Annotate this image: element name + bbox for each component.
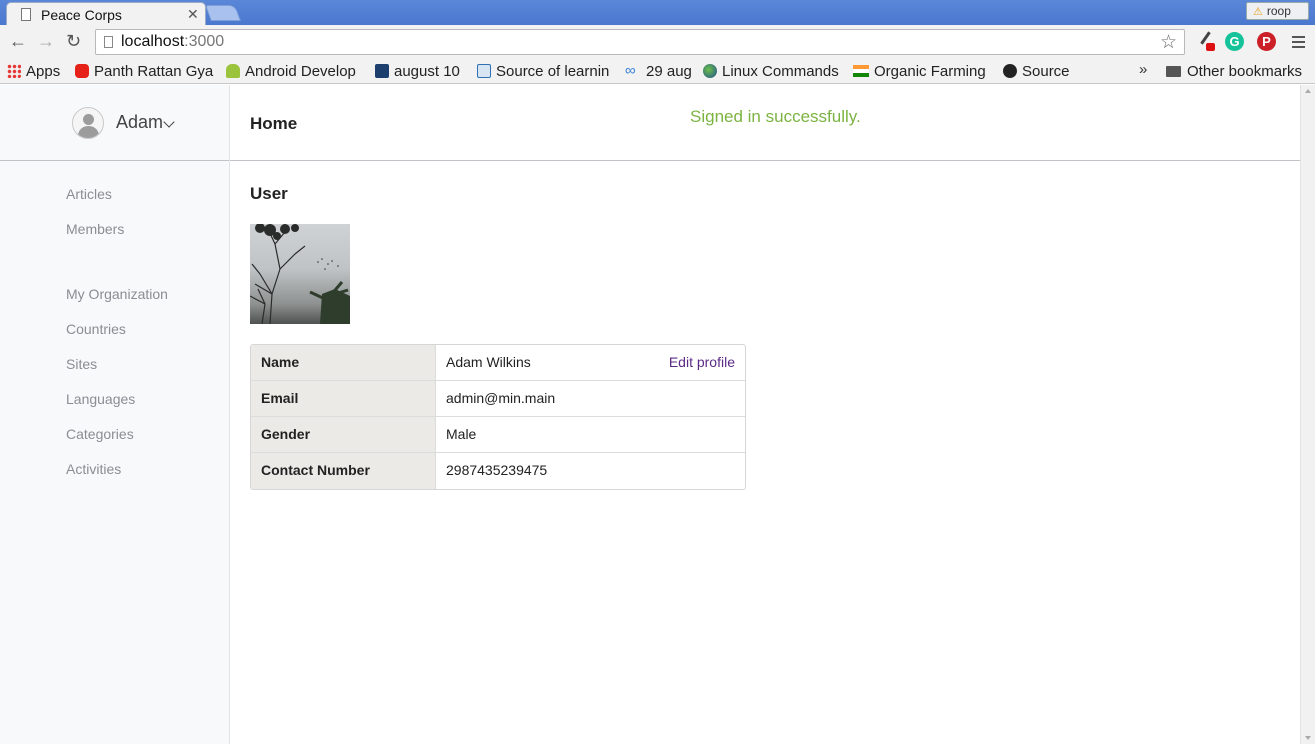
sidebar-item-languages[interactable]: Languages: [66, 391, 135, 407]
url-port: :3000: [184, 33, 225, 50]
reload-icon[interactable]: ↻: [66, 31, 81, 52]
name-value: Adam Wilkins: [446, 354, 531, 370]
bookmarks-bar: Apps Panth Rattan Gya Android Develop au…: [0, 59, 1315, 84]
bookmark-apps[interactable]: Apps: [7, 61, 60, 81]
avatar-body: [78, 126, 99, 138]
bookmark-item[interactable]: ∞ 29 aug: [625, 61, 695, 81]
row-value: Male: [446, 426, 477, 442]
row-label: Contact Number: [251, 453, 436, 489]
avatar: [72, 107, 104, 139]
bookmark-label: Other bookmarks: [1187, 62, 1303, 80]
sidebar-item-articles[interactable]: Articles: [66, 186, 112, 202]
github-icon: [1003, 64, 1017, 78]
browser-toolbar: ← → ↻ localhost:3000 ☆ G P: [0, 25, 1315, 59]
infinity-icon: ∞: [625, 62, 636, 79]
eyedropper-extension-icon[interactable]: [1196, 32, 1215, 51]
tab-title: Peace Corps: [41, 7, 122, 23]
close-icon[interactable]: ✕: [187, 6, 199, 23]
page-icon: [104, 36, 113, 48]
bookmarks-overflow-button[interactable]: »: [1139, 61, 1147, 78]
back-arrow-icon[interactable]: ←: [9, 31, 27, 52]
row-value: admin@min.main: [446, 390, 556, 406]
row-value: Adam Wilkins Edit profile: [436, 345, 745, 380]
bookmark-label: Organic Farming: [874, 62, 986, 80]
profile-name: roop: [1266, 4, 1291, 18]
sidebar-item-activities[interactable]: Activities: [66, 461, 121, 477]
bookmark-label: Apps: [26, 62, 61, 80]
section-title: User: [250, 184, 288, 203]
url-text[interactable]: localhost:3000: [121, 33, 224, 51]
other-bookmarks-folder[interactable]: Other bookmarks: [1166, 61, 1302, 81]
row-label: Gender: [251, 417, 436, 452]
table-row: Email admin@min.main: [251, 381, 745, 417]
table-row: Name Adam Wilkins Edit profile: [251, 345, 745, 381]
android-icon: [226, 64, 240, 78]
address-bar[interactable]: localhost:3000 ☆: [95, 29, 1185, 55]
browser-tab-active[interactable]: Peace Corps ✕: [6, 2, 206, 26]
page-title: Home: [250, 114, 298, 133]
table-row: Gender Male: [251, 417, 745, 453]
browser-menu-icon[interactable]: [1292, 36, 1305, 48]
sidebar: Adam Articles Members My Organization Co…: [0, 85, 230, 744]
bookmark-label: Linux Commands: [722, 62, 839, 80]
profile-button[interactable]: ⚠ roop: [1246, 2, 1309, 20]
folder-icon: [1166, 65, 1181, 77]
pinterest-extension-icon[interactable]: P: [1257, 32, 1276, 51]
row-label: Name: [251, 345, 436, 380]
sidebar-item-sites[interactable]: Sites: [66, 356, 97, 372]
row-label: Email: [251, 381, 436, 416]
bookmark-item[interactable]: Organic Farming: [853, 61, 990, 81]
warning-icon: ⚠: [1253, 6, 1263, 18]
tree-silhouette-image: [250, 224, 350, 324]
profile-table: Name Adam Wilkins Edit profile Email adm…: [250, 344, 746, 490]
chevron-down-icon[interactable]: [163, 116, 175, 128]
user-menu[interactable]: Adam: [0, 85, 229, 161]
bookmark-item[interactable]: Android Develop: [226, 61, 362, 81]
bookmark-item[interactable]: Panth Rattan Gya: [75, 61, 215, 81]
browser-titlebar: Peace Corps ✕ ⚠ roop: [0, 0, 1315, 26]
bookmark-label: Source: [1022, 62, 1070, 80]
bookmark-label: Source of learnin: [496, 62, 610, 80]
d-icon: [477, 64, 491, 78]
url-host: localhost: [121, 33, 185, 50]
bookmark-label: 29 aug: [646, 62, 692, 80]
page-viewport: Adam Articles Members My Organization Co…: [0, 85, 1300, 744]
bookmark-label: Panth Rattan Gya: [94, 62, 214, 80]
apps-grid-icon: [7, 64, 21, 78]
page-header: Home Signed in successfully.: [230, 85, 1300, 161]
row-value: 2987435239475: [446, 462, 548, 478]
bookmark-star-icon[interactable]: ☆: [1160, 31, 1177, 54]
scroll-down-icon[interactable]: [1305, 736, 1311, 740]
new-tab-button[interactable]: [205, 5, 241, 21]
bookmark-item[interactable]: Source: [1003, 61, 1083, 81]
youtube-icon: [75, 64, 89, 78]
sidebar-item-categories[interactable]: Categories: [66, 426, 134, 442]
vertical-scrollbar[interactable]: [1300, 85, 1315, 744]
user-name[interactable]: Adam: [116, 112, 163, 133]
india-flag-icon: [853, 65, 869, 77]
avatar-head: [83, 114, 94, 125]
bookmark-item[interactable]: august 10: [375, 61, 467, 81]
scroll-up-icon[interactable]: [1305, 89, 1311, 93]
grammarly-extension-icon[interactable]: G: [1225, 32, 1244, 51]
bookmark-item[interactable]: Linux Commands: [703, 61, 841, 81]
table-row: Contact Number 2987435239475: [251, 453, 745, 489]
bookmark-label: Android Develop: [245, 62, 356, 80]
bookmark-label: august 10: [394, 62, 460, 80]
globe-icon: [703, 64, 717, 78]
flash-message: Signed in successfully.: [690, 107, 861, 126]
page-icon: [21, 8, 31, 21]
forward-arrow-icon[interactable]: →: [37, 31, 55, 52]
edit-profile-link[interactable]: Edit profile: [669, 345, 735, 380]
sidebar-item-members[interactable]: Members: [66, 221, 124, 237]
sidebar-item-countries[interactable]: Countries: [66, 321, 126, 337]
bookmark-item[interactable]: Source of learnin: [477, 61, 613, 81]
profile-photo: [250, 224, 350, 324]
qut-icon: [375, 64, 389, 78]
sidebar-item-my-organization[interactable]: My Organization: [66, 286, 168, 302]
